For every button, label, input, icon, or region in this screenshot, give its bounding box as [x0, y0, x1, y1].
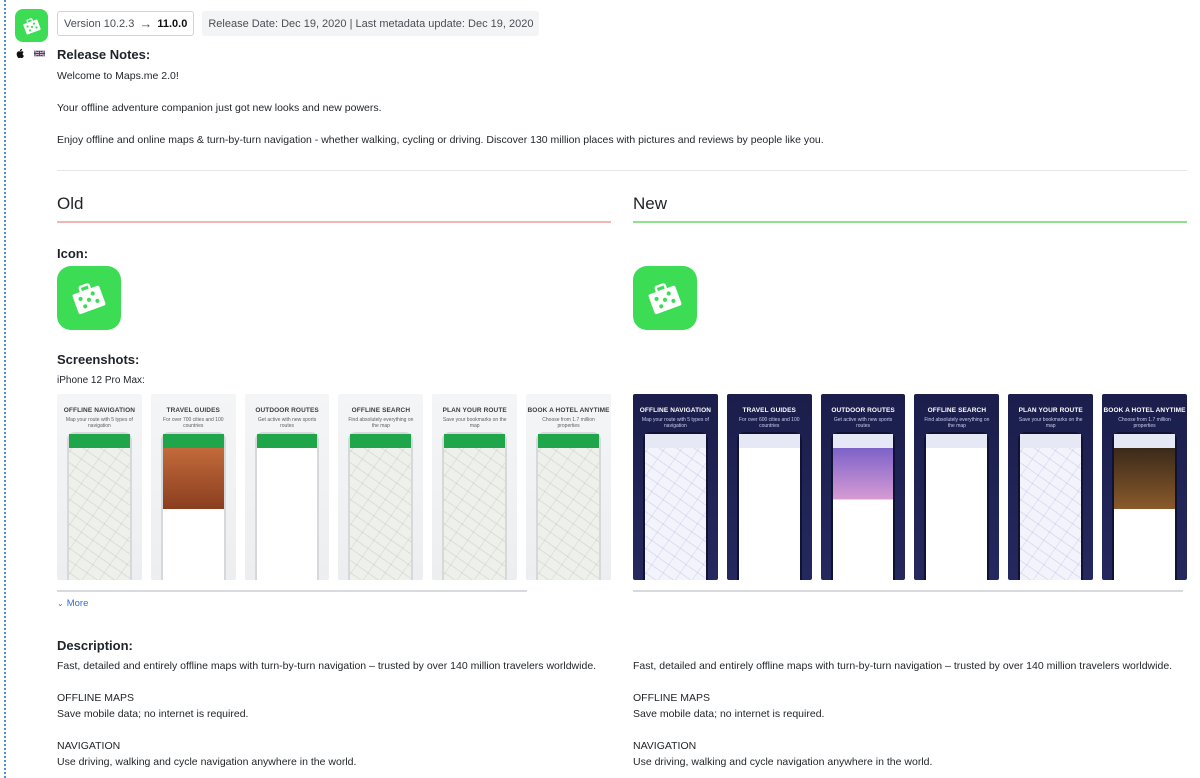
old-screenshot[interactable]: OFFLINE SEARCH Find absolutely everything… [338, 394, 424, 580]
old-screenshot[interactable]: PLAN YOUR ROUTE Save your bookmarks on th… [432, 394, 518, 580]
old-column-underline [57, 221, 611, 223]
screenshot-subcaption: Map your route with 5 types of navigatio… [65, 417, 133, 429]
screenshot-caption: OUTDOOR ROUTES [255, 407, 319, 414]
screenshot-subcaption: Map your route with 5 types of navigatio… [641, 417, 709, 429]
new-column-underline [633, 221, 1187, 223]
phone-mockup [736, 432, 802, 580]
phone-mockup [254, 432, 320, 580]
maps-me-logo-icon [22, 17, 41, 34]
new-screenshot[interactable]: OUTDOOR ROUTES Get active with new sports… [820, 394, 906, 580]
screenshot-subcaption: Save your bookmarks on the map [442, 417, 507, 429]
platform-icons [16, 49, 45, 58]
uk-flag-icon [34, 50, 45, 57]
old-column-title: Old [57, 194, 84, 213]
version-new: 11.0.0 [157, 17, 188, 30]
release-info: Release Date: Dec 19, 2020 | Last metada… [202, 11, 540, 36]
new-screenshot[interactable]: OFFLINE SEARCH Find absolutely everything… [914, 394, 1000, 580]
old-description-navigation-text: Use driving, walking and cycle navigatio… [57, 756, 357, 768]
maps-me-logo-icon [72, 283, 106, 315]
new-app-icon [633, 266, 697, 330]
version-old: Version 10.2.3 [64, 17, 135, 30]
version-box: Version 10.2.3 → 11.0.0 [57, 11, 195, 36]
screenshot-subcaption: Get active with new sports routes [257, 417, 317, 429]
old-description-heading-offline-maps: OFFLINE MAPS [57, 692, 135, 704]
apple-icon [16, 49, 24, 58]
phone-mockup [1112, 432, 1177, 580]
screenshot-caption: OFFLINE SEARCH [351, 407, 411, 414]
screenshot-caption: PLAN YOUR ROUTE [1018, 407, 1083, 414]
section-divider [57, 170, 1187, 171]
release-notes-line-2: Your offline adventure companion just go… [57, 102, 382, 114]
screenshot-caption: OFFLINE SEARCH [927, 407, 987, 414]
maps-me-logo-icon [648, 283, 682, 315]
screenshot-caption: TRAVEL GUIDES [742, 407, 796, 414]
old-description-intro: Fast, detailed and entirely offline maps… [57, 660, 597, 672]
screenshot-subcaption: Save your bookmarks on the map [1018, 417, 1083, 429]
old-screenshot[interactable]: OUTDOOR ROUTES Get active with new sports… [244, 394, 330, 580]
screenshot-subcaption: Choose from 1.7 million properties [1118, 417, 1171, 429]
icon-section-title: Icon: [57, 246, 89, 261]
old-description-offline-maps-text: Save mobile data; no internet is require… [57, 708, 249, 720]
description-title: Description: [57, 638, 133, 653]
old-screenshot[interactable]: OFFLINE NAVIGATION Map your route with 5 … [57, 394, 142, 580]
new-column-title: New [633, 194, 668, 213]
version-header: Version 10.2.3 → 11.0.0 Release Date: De… [57, 11, 540, 36]
screenshot-subcaption: Find absolutely everything on the map [924, 417, 990, 429]
screenshot-caption: BOOK A HOTEL ANYTIME [1103, 407, 1186, 414]
old-screenshots[interactable]: OFFLINE NAVIGATION Map your route with 5 … [57, 394, 611, 580]
phone-mockup [67, 432, 132, 580]
phone-mockup [1018, 432, 1084, 580]
old-screenshot[interactable]: TRAVEL GUIDES For over 700 cities and 100… [150, 394, 236, 580]
old-app-icon [57, 266, 121, 330]
screenshot-subcaption: Get active with new sports routes [833, 417, 893, 429]
more-label: More [66, 598, 89, 609]
device-label: iPhone 12 Pro Max: [57, 375, 145, 386]
release-notes-line-1: Welcome to Maps.me 2.0! [57, 70, 179, 82]
new-description-navigation-text: Use driving, walking and cycle navigatio… [633, 756, 933, 768]
screenshot-caption: OFFLINE NAVIGATION [63, 407, 136, 414]
phone-mockup [348, 432, 414, 580]
new-description-offline-maps-text: Save mobile data; no internet is require… [633, 708, 825, 720]
old-screenshots-scrollbar[interactable] [57, 590, 527, 592]
new-screenshot[interactable]: OFFLINE NAVIGATION Map your route with 5 … [633, 394, 718, 580]
new-screenshot[interactable]: TRAVEL GUIDES For over 600 cities and 100… [726, 394, 812, 580]
app-icon-small [15, 9, 48, 42]
left-rail [4, 0, 6, 778]
screenshot-caption: TRAVEL GUIDES [166, 407, 220, 414]
screenshot-caption: OFFLINE NAVIGATION [639, 407, 712, 414]
phone-mockup [830, 432, 896, 580]
chevron-down-icon: ⌄ [57, 599, 64, 608]
screenshots-section-title: Screenshots: [57, 352, 140, 367]
release-notes-title: Release Notes: [57, 47, 151, 62]
new-screenshot[interactable]: BOOK A HOTEL ANYTIME Choose from 1.7 mill… [1102, 394, 1187, 580]
screenshot-caption: BOOK A HOTEL ANYTIME [527, 407, 610, 414]
phone-mockup [442, 432, 508, 580]
phone-mockup [924, 432, 990, 580]
new-description-heading-offline-maps: OFFLINE MAPS [633, 692, 711, 704]
screenshot-caption: OUTDOOR ROUTES [831, 407, 895, 414]
old-screenshot[interactable]: BOOK A HOTEL ANYTIME Choose from 1.7 mill… [526, 394, 611, 580]
new-screenshot[interactable]: PLAN YOUR ROUTE Save your bookmarks on th… [1008, 394, 1094, 580]
screenshot-subcaption: Choose from 1.7 million properties [542, 417, 595, 429]
old-description-heading-navigation: NAVIGATION [57, 740, 121, 752]
screenshot-caption: PLAN YOUR ROUTE [442, 407, 507, 414]
release-notes-line-3: Enjoy offline and online maps & turn-by-… [57, 134, 824, 146]
screenshot-subcaption: Find absolutely everything on the map [348, 417, 414, 429]
screenshot-subcaption: For over 600 cities and 100 countries [738, 417, 800, 429]
arrow-right-icon: → [139, 16, 153, 31]
new-description-intro: Fast, detailed and entirely offline maps… [633, 660, 1173, 672]
new-screenshots-scrollbar[interactable] [633, 590, 1183, 592]
phone-mockup [160, 432, 226, 580]
phone-mockup [536, 432, 601, 580]
new-screenshots[interactable]: OFFLINE NAVIGATION Map your route with 5 … [633, 394, 1187, 580]
phone-mockup [643, 432, 708, 580]
screenshot-subcaption: For over 700 cities and 100 countries [162, 417, 224, 429]
more-link[interactable]: ⌄ More [57, 598, 88, 609]
new-description-heading-navigation: NAVIGATION [633, 740, 697, 752]
